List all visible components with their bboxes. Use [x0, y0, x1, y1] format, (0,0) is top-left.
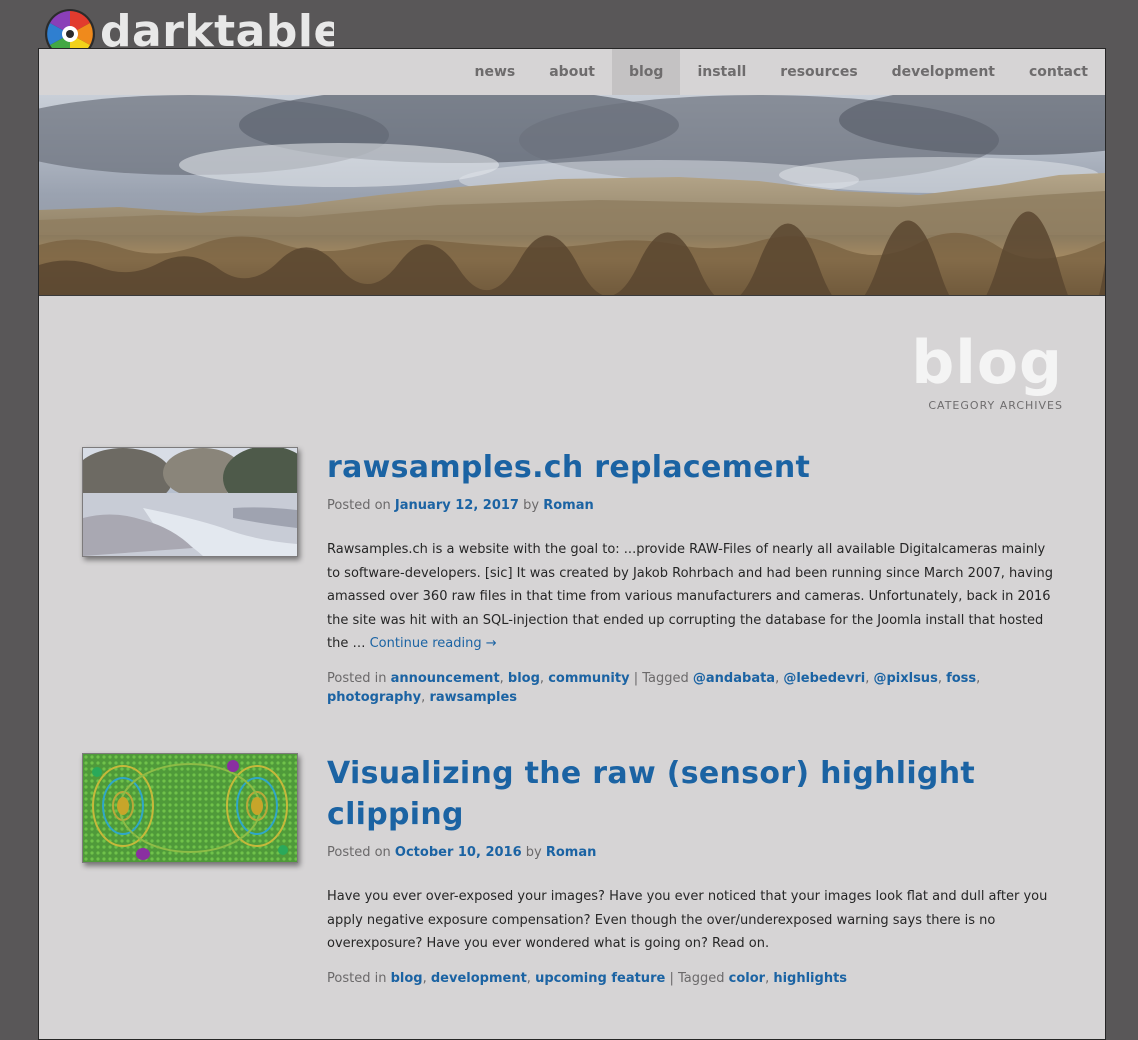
tag-link[interactable]: foss	[946, 671, 976, 686]
post-meta: Posted on October 10, 2016 by Roman	[327, 843, 1057, 863]
tag-link[interactable]: rawsamples	[429, 690, 517, 705]
post-thumbnail[interactable]	[82, 753, 298, 863]
post-title-link[interactable]: Visualizing the raw (sensor) highlight c…	[327, 753, 1057, 835]
tag-link[interactable]: color	[729, 971, 765, 986]
aperture-logo-icon	[45, 9, 95, 48]
post-footer-meta: Posted in announcement, blog, community …	[327, 670, 981, 705]
nav-item-resources[interactable]: resources	[763, 49, 874, 95]
post-author-link[interactable]: Roman	[543, 498, 594, 513]
meta-separator: |	[669, 970, 674, 986]
tagged-label: Tagged	[642, 670, 689, 686]
site-logo[interactable]: darktable	[44, 8, 334, 48]
nav-item-news[interactable]: news	[458, 49, 533, 95]
nav-item-development[interactable]: development	[875, 49, 1012, 95]
posted-on-label: Posted on	[327, 498, 391, 513]
post-excerpt: Have you ever over-exposed your images? …	[327, 885, 1057, 956]
post-excerpt: Rawsamples.ch is a website with the goal…	[327, 538, 1057, 656]
category-link[interactable]: community	[548, 671, 629, 686]
page-title: blog	[911, 328, 1063, 398]
post-author-link[interactable]: Roman	[546, 845, 597, 860]
post-body: rawsamples.ch replacement Posted on Janu…	[327, 447, 1057, 707]
tagged-label: Tagged	[677, 970, 725, 986]
tag-link[interactable]: @lebedevri	[783, 671, 865, 686]
nav-item-contact[interactable]: contact	[1012, 49, 1105, 95]
post-date-link[interactable]: October 10, 2016	[395, 845, 522, 860]
main-nav: news about blog install resources develo…	[39, 49, 1105, 95]
header-banner-image	[39, 95, 1105, 296]
category-link[interactable]: development	[431, 971, 527, 986]
category-link[interactable]: blog	[508, 671, 540, 686]
meta-separator: |	[633, 670, 639, 686]
post-thumbnail[interactable]	[82, 447, 298, 557]
continue-reading-link[interactable]: Continue reading →	[370, 636, 497, 651]
posted-in-label: Posted in	[327, 970, 387, 986]
category-link[interactable]: upcoming feature	[535, 971, 665, 986]
post-meta: Posted on January 12, 2017 by Roman	[327, 496, 1057, 516]
by-label: by	[523, 498, 540, 513]
tag-link[interactable]: photography	[327, 690, 421, 705]
nav-item-about[interactable]: about	[532, 49, 612, 95]
category-link[interactable]: announcement	[391, 671, 500, 686]
page-container: news about blog install resources develo…	[38, 48, 1106, 1040]
tag-link[interactable]: @pixlsus	[873, 671, 937, 686]
site-name: darktable	[100, 8, 334, 48]
post-title-link[interactable]: rawsamples.ch replacement	[327, 447, 1057, 488]
tag-link[interactable]: @andabata	[693, 671, 775, 686]
post-body: Visualizing the raw (sensor) highlight c…	[327, 753, 1057, 988]
page-subtitle: CATEGORY ARCHIVES	[928, 399, 1063, 412]
post-footer-meta: Posted in blog, development, upcoming fe…	[327, 970, 848, 986]
by-label: by	[525, 845, 542, 860]
post-date-link[interactable]: January 12, 2017	[395, 498, 519, 513]
excerpt-text: Have you ever over-exposed your images? …	[327, 889, 1048, 951]
posted-on-label: Posted on	[327, 845, 391, 860]
nav-item-install[interactable]: install	[680, 49, 763, 95]
tag-link[interactable]: highlights	[773, 971, 847, 986]
posted-in-label: Posted in	[327, 670, 387, 686]
excerpt-text: Rawsamples.ch is a website with the goal…	[327, 542, 1053, 651]
nav-item-blog[interactable]: blog	[611, 49, 681, 95]
category-link[interactable]: blog	[391, 971, 423, 986]
